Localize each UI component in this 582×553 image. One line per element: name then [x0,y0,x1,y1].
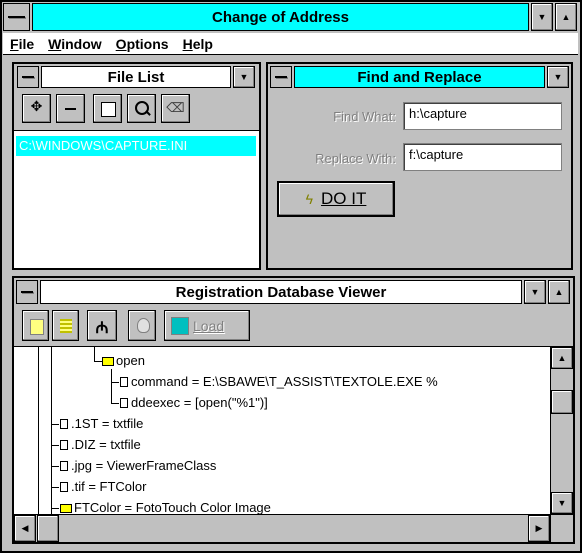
file-list-item[interactable]: C:\WINDOWS\CAPTURE.INI [16,136,256,156]
tree-item-label: .1ST = txtfile [71,416,144,431]
minimize-button[interactable]: ▼ [531,3,553,31]
folder-icon [102,357,114,366]
tree-line [51,466,59,467]
tree-item[interactable]: open [102,350,145,371]
menu-options[interactable]: Options [109,33,176,54]
tree-line [51,487,59,488]
tree-line [51,508,59,509]
menu-help[interactable]: Help [176,33,220,54]
expand-button[interactable] [22,310,49,341]
file-list-minimize-button[interactable]: ▼ [233,66,255,88]
system-menu-button[interactable] [3,3,30,31]
document-icon [60,461,68,471]
app-title: Change of Address [32,3,529,31]
scroll-down-button[interactable]: ▼ [551,492,573,514]
tree-item[interactable]: .tif = FTColor [60,476,147,497]
tree-item[interactable]: .DIZ = txtfile [60,434,141,455]
list-icon [60,319,72,333]
remove-icon [65,108,76,110]
binoculars-button[interactable]: ₼ [87,310,117,341]
find-replace-title: Find and Replace [294,66,545,88]
search-icon-handle [145,110,151,116]
do-it-label: DO IT [321,189,367,208]
reg-viewer-minimize-button[interactable]: ▼ [524,280,546,304]
menu-window[interactable]: Window [41,33,109,54]
tree-item[interactable]: .1ST = txtfile [60,413,143,434]
tree-item-label: .jpg = ViewerFrameClass [71,458,217,473]
file-list-title: File List [41,66,231,88]
menu-bar: File Window Options Help [3,33,578,55]
tree-item[interactable]: command = E:\SBAWE\T_ASSIST\TEXTOLE.EXE … [120,371,438,392]
find-what-field[interactable]: h:\capture [403,102,562,130]
load-label: Load [193,317,225,334]
vertical-scrollbar[interactable] [550,346,573,514]
tree-item-label: open [116,353,145,368]
lightning-icon: ϟ [305,191,314,207]
scrollbar-corner [550,514,573,542]
reg-viewer-maximize-button[interactable]: ▲ [548,280,570,304]
replace-with-label: Replace With: [315,151,396,166]
do-it-button[interactable]: ϟ DO IT [277,181,395,217]
find-replace-system-button[interactable] [270,66,292,88]
document-icon [120,398,128,408]
find-replace-minimize-button[interactable]: ▼ [547,66,569,88]
load-button[interactable]: Load [164,310,250,341]
file-list-system-button[interactable] [17,66,39,88]
search-button[interactable] [127,94,156,123]
reg-viewer-system-button[interactable] [16,280,38,304]
remove-file-button[interactable] [56,94,85,123]
new-list-button[interactable] [93,94,122,123]
add-icon: ✥ [30,98,43,114]
tree-line [111,403,119,404]
tree-item[interactable]: .jpg = ViewerFrameClass [60,455,216,476]
list-button[interactable] [52,310,79,341]
tree-line [94,361,102,362]
find-what-label: Find What: [333,109,396,124]
replace-with-field[interactable]: f:\capture [403,143,562,171]
clear-icon: ⌫ [166,100,185,115]
tree-item-label: FTColor = FotoTouch Color Image [74,500,271,514]
scroll-left-button[interactable]: ◀ [14,515,36,542]
registry-tree: open command = E:\SBAWE\T_ASSIST\TEXTOLE… [14,346,550,514]
bulb-button[interactable] [128,310,156,341]
tree-item-label: .tif = FTColor [71,479,147,494]
tree-line [111,369,112,404]
tree-line [51,445,59,446]
tree-line [51,347,52,514]
horizontal-scrollbar[interactable] [14,514,550,542]
document-icon [60,440,68,450]
add-file-button[interactable]: ✥ [22,94,51,123]
vertical-scroll-thumb[interactable] [551,390,573,414]
horizontal-scroll-thumb[interactable] [37,515,59,542]
document-icon [60,482,68,492]
tree-item-label: command = E:\SBAWE\T_ASSIST\TEXTOLE.EXE … [131,374,438,389]
scroll-right-button[interactable]: ▶ [528,515,550,542]
tree-item-label: ddeexec = [open("%1")] [131,395,268,410]
new-icon [101,102,116,117]
tree-item[interactable]: FTColor = FotoTouch Color Image [60,497,271,514]
tree-line [94,347,95,361]
tree-item-label: .DIZ = txtfile [71,437,141,452]
expand-icon [30,319,44,335]
tree-line [111,382,119,383]
document-icon [60,419,68,429]
load-icon [171,316,189,335]
reg-viewer-title: Registration Database Viewer [40,280,522,304]
document-icon [120,377,128,387]
menu-file[interactable]: File [3,33,41,54]
lightbulb-icon [137,318,150,333]
tree-line [51,424,59,425]
tree-item[interactable]: ddeexec = [open("%1")] [120,392,268,413]
binoculars-icon: ₼ [95,320,109,337]
tree-line [38,347,39,514]
scroll-up-button[interactable]: ▲ [551,347,573,369]
maximize-button[interactable]: ▲ [555,3,577,31]
folder-icon [60,504,72,513]
clear-button[interactable]: ⌫ [161,94,190,123]
